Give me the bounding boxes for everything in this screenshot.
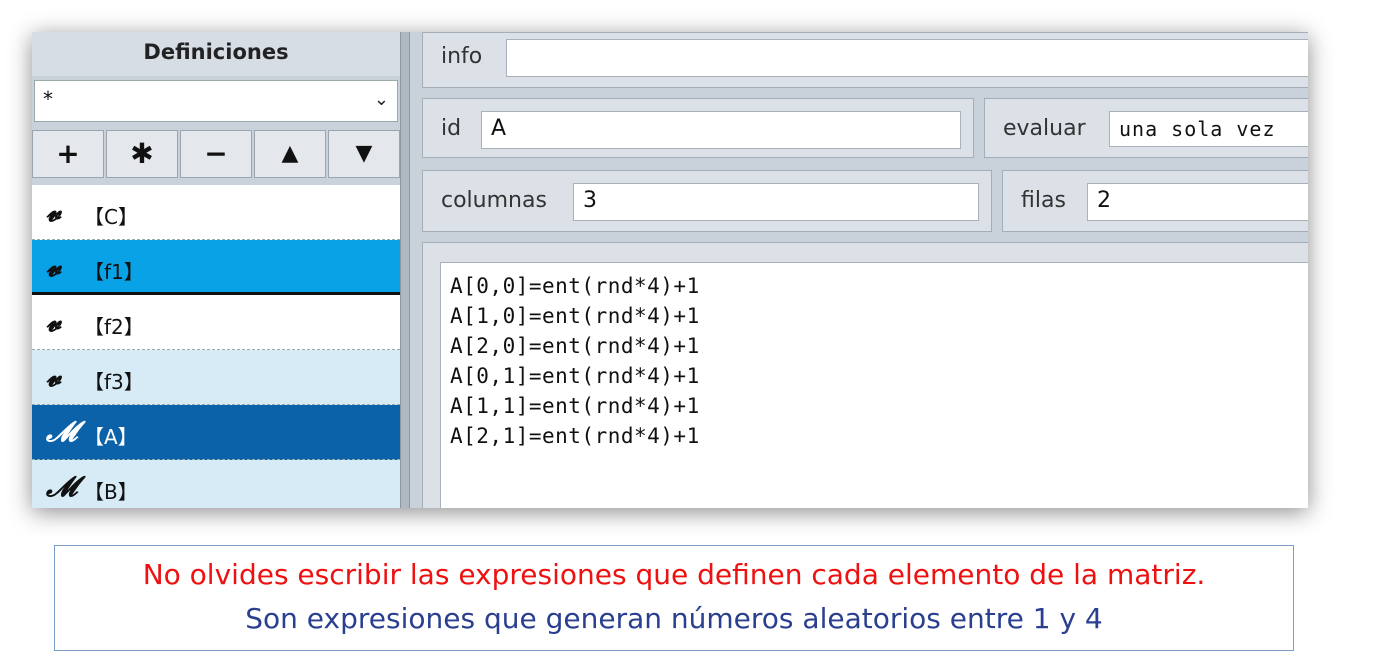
definition-item-label: 【C】 [84, 205, 138, 229]
note-line-1: No olvides escribir las expresiones que … [142, 558, 1206, 591]
definition-item[interactable]: 𝓿 【f2】 [32, 295, 400, 350]
evaluate-label: evaluar [1003, 116, 1086, 141]
panel-splitter[interactable] [400, 32, 410, 508]
rows-label: filas [1021, 188, 1066, 213]
note-line-2: Son expresiones que generan números alea… [245, 602, 1103, 635]
definition-item[interactable]: 𝓿 【C】 [32, 185, 400, 240]
definition-item[interactable]: 𝓿 【f3】 [32, 350, 400, 405]
info-input[interactable] [506, 39, 1308, 77]
panel-title: Definiciones [32, 32, 400, 76]
id-label: id [441, 116, 462, 141]
evaluate-select[interactable]: una sola vez [1109, 111, 1308, 147]
definition-item-label: 【f1】 [84, 260, 144, 284]
expression-line: A[2,1]=ent(rnd*4)+1 [450, 424, 700, 448]
definition-item[interactable]: 𝓿 【f1】 [32, 240, 400, 295]
definition-item-label: 【f2】 [84, 315, 144, 339]
app-window: Definiciones * ⌄ + ✱ − ▲ ▼ 𝓿 【C】 𝓿 【f1】 𝓿 【f2… [32, 32, 1308, 508]
definition-item-label: 【A】 [84, 425, 138, 449]
add-button[interactable]: + [32, 130, 104, 178]
variable-icon: 𝓿 [46, 250, 62, 283]
variable-icon: 𝓿 [46, 305, 62, 338]
matrix-icon: 𝓜 [46, 470, 78, 503]
variable-icon: 𝓿 [46, 195, 62, 228]
move-up-button[interactable]: ▲ [254, 130, 326, 178]
expression-line: A[1,0]=ent(rnd*4)+1 [450, 304, 700, 328]
expression-line: A[0,0]=ent(rnd*4)+1 [450, 274, 700, 298]
definitions-panel: Definiciones * ⌄ + ✱ − ▲ ▼ 𝓿 【C】 𝓿 【f1】 𝓿 【f2… [32, 32, 400, 508]
rows-row: filas 2 [1002, 170, 1308, 232]
id-input[interactable]: A [481, 111, 961, 149]
info-row: info [422, 32, 1308, 88]
info-label: info [441, 44, 483, 69]
expressions-textarea[interactable]: A[0,0]=ent(rnd*4)+1 A[1,0]=ent(rnd*4)+1 A[… [440, 262, 1308, 508]
definition-item-label: 【B】 [84, 480, 138, 504]
filter-value: * [43, 87, 53, 111]
evaluate-row: evaluar una sola vez [984, 98, 1308, 158]
columns-label: columnas [441, 188, 547, 213]
move-down-button[interactable]: ▼ [328, 130, 400, 178]
definition-item[interactable]: 𝓜 【A】 [32, 405, 400, 460]
remove-button[interactable]: − [180, 130, 252, 178]
definitions-toolbar: + ✱ − ▲ ▼ [32, 130, 400, 180]
duplicate-button[interactable]: ✱ [106, 130, 178, 178]
definitions-list: 𝓿 【C】 𝓿 【f1】 𝓿 【f2】 𝓿 【f3】 𝓜 【A】 𝓜 【B】 [32, 185, 400, 508]
expression-line: A[0,1]=ent(rnd*4)+1 [450, 364, 700, 388]
expression-line: A[2,0]=ent(rnd*4)+1 [450, 334, 700, 358]
columns-row: columnas 3 [422, 170, 992, 232]
instruction-note: No olvides escribir las expresiones que … [54, 545, 1294, 651]
expression-line: A[1,1]=ent(rnd*4)+1 [450, 394, 700, 418]
variable-icon: 𝓿 [46, 360, 62, 393]
properties-panel: info id A evaluar una sola vez columnas … [412, 32, 1308, 508]
id-row: id A [422, 98, 974, 158]
filter-select[interactable]: * ⌄ [34, 80, 398, 122]
expressions-code: A[0,0]=ent(rnd*4)+1 A[1,0]=ent(rnd*4)+1 A[… [450, 271, 700, 451]
matrix-icon: 𝓜 [46, 415, 78, 448]
definition-item[interactable]: 𝓜 【B】 [32, 460, 400, 508]
chevron-down-icon: ⌄ [373, 89, 389, 110]
columns-input[interactable]: 3 [573, 183, 979, 221]
definition-item-label: 【f3】 [84, 370, 144, 394]
rows-input[interactable]: 2 [1087, 183, 1308, 221]
